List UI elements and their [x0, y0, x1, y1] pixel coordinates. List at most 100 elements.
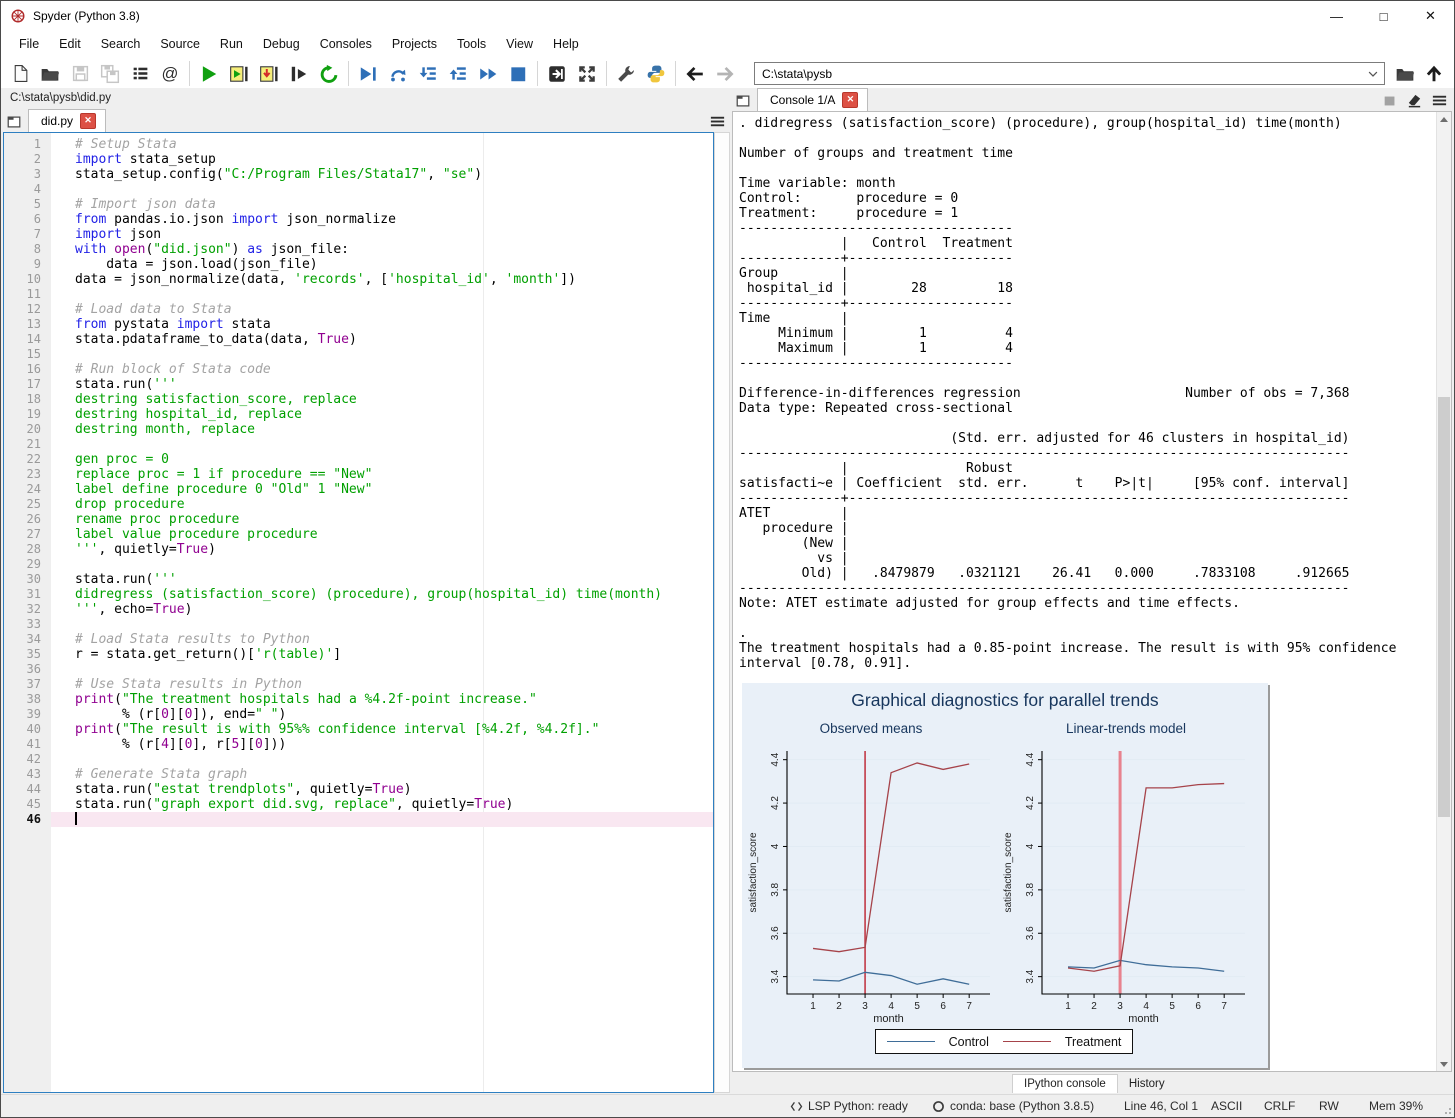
minimize-button[interactable]: — — [1313, 1, 1360, 31]
symbol-finder-button[interactable]: @ — [155, 59, 185, 88]
code-line[interactable]: 10 data = json_normalize(data, 'records',… — [4, 272, 713, 287]
code-line[interactable]: 37 # Use Stata results in Python — [4, 677, 713, 692]
console-options-menu-icon[interactable] — [1431, 92, 1448, 109]
menu-tools[interactable]: Tools — [447, 33, 496, 55]
scroll-down-icon[interactable] — [1437, 1057, 1451, 1071]
tab-did-py[interactable]: did.py ✕ — [28, 109, 107, 132]
code-line[interactable]: 14 stata.pdataframe_to_data(data, True) — [4, 332, 713, 347]
maximize-button[interactable]: □ — [1360, 1, 1407, 31]
clear-console-icon[interactable] — [1406, 92, 1423, 109]
run-cell-advance-button[interactable] — [254, 59, 284, 88]
chevron-down-icon[interactable] — [1366, 67, 1380, 81]
code-line[interactable]: 30 stata.run(''' — [4, 572, 713, 587]
code-line[interactable]: 7 import json — [4, 227, 713, 242]
ipython-console-output-area[interactable]: . didregress (satisfaction_score) (proce… — [732, 111, 1452, 1072]
file-switcher-button[interactable] — [125, 59, 155, 88]
code-line[interactable]: 33 — [4, 617, 713, 632]
debug-file-button[interactable] — [353, 59, 383, 88]
menu-run[interactable]: Run — [210, 33, 253, 55]
code-line[interactable]: 15 — [4, 347, 713, 362]
code-line[interactable]: 26 rename proc procedure — [4, 512, 713, 527]
code-line[interactable]: 39 % (r[0][0]), end=" ") — [4, 707, 713, 722]
code-line[interactable]: 41 % (r[4][0], r[5][0])) — [4, 737, 713, 752]
code-line[interactable]: 35 r = stata.get_return()['r(table)'] — [4, 647, 713, 662]
code-line[interactable]: 25 drop procedure — [4, 497, 713, 512]
menu-search[interactable]: Search — [91, 33, 151, 55]
menu-source[interactable]: Source — [150, 33, 210, 55]
code-line[interactable]: 6 from pandas.io.json import json_normali… — [4, 212, 713, 227]
scrollbar-thumb[interactable] — [1438, 397, 1450, 817]
code-line[interactable]: 24 label define procedure 0 "Old" 1 "New" — [4, 482, 713, 497]
run-selection-button[interactable] — [284, 59, 314, 88]
code-line[interactable]: 17 stata.run(''' — [4, 377, 713, 392]
code-line[interactable]: 4 — [4, 182, 713, 197]
code-line[interactable]: 20 destring month, replace — [4, 422, 713, 437]
tab-ipython-console[interactable]: IPython console — [1012, 1074, 1118, 1093]
code-line[interactable]: 19 destring hospital_id, replace — [4, 407, 713, 422]
browse-directory-button[interactable] — [1391, 59, 1419, 88]
close-button[interactable]: ✕ — [1407, 1, 1454, 31]
menu-edit[interactable]: Edit — [49, 33, 91, 55]
interrupt-kernel-icon[interactable] — [1382, 93, 1398, 109]
run-file-button[interactable] — [194, 59, 224, 88]
code-line[interactable]: 32 ''', echo=True) — [4, 602, 713, 617]
menu-view[interactable]: View — [496, 33, 543, 55]
menu-consoles[interactable]: Consoles — [310, 33, 382, 55]
parent-directory-button[interactable] — [1420, 59, 1448, 88]
code-line[interactable]: 13 from pystata import stata — [4, 317, 713, 332]
tab-history[interactable]: History — [1118, 1075, 1176, 1093]
code-line[interactable]: 42 — [4, 752, 713, 767]
code-line[interactable]: 18 destring satisfaction_score, replace — [4, 392, 713, 407]
menu-file[interactable]: File — [9, 33, 49, 55]
code-line[interactable]: 34 # Load Stata results to Python — [4, 632, 713, 647]
menu-debug[interactable]: Debug — [253, 33, 310, 55]
code-line[interactable]: 2 import stata_setup — [4, 152, 713, 167]
console-tab-close-icon[interactable]: ✕ — [842, 92, 859, 108]
code-line[interactable]: 1 # Setup Stata — [4, 137, 713, 152]
step-over-button[interactable] — [383, 59, 413, 88]
code-line[interactable]: 45 stata.run("graph export did.svg, repla… — [4, 797, 713, 812]
code-line[interactable]: 8 with open("did.json") as json_file: — [4, 242, 713, 257]
code-line[interactable]: 12 # Load data to Stata — [4, 302, 713, 317]
code-line[interactable]: 9 data = json.load(json_file) — [4, 257, 713, 272]
console-browse-tabs-button[interactable] — [732, 91, 754, 111]
maximize-pane-button[interactable] — [542, 59, 572, 88]
code-line[interactable]: 44 stata.run("estat trendplots", quietly=… — [4, 782, 713, 797]
run-cell-button[interactable] — [224, 59, 254, 88]
step-into-button[interactable] — [413, 59, 443, 88]
tab-close-icon[interactable]: ✕ — [80, 113, 97, 129]
resize-grip[interactable] — [1444, 1107, 1452, 1115]
code-line[interactable]: 22 gen proc = 0 — [4, 452, 713, 467]
code-editor[interactable]: 1 # Setup Stata 2 import stata_setup 3 stata_… — [3, 132, 714, 1093]
code-line[interactable]: 36 — [4, 662, 713, 677]
editor-scroll-flag-area[interactable] — [714, 132, 730, 1093]
code-line[interactable]: 3 stata_setup.config("C:/Program Files/St… — [4, 167, 713, 182]
stop-debug-button[interactable] — [503, 59, 533, 88]
code-line[interactable]: 46 — [4, 812, 713, 827]
back-button[interactable] — [680, 59, 710, 88]
working-directory-input[interactable]: C:\stata\pysb — [754, 62, 1386, 85]
open-file-button[interactable] — [35, 59, 65, 88]
code-line[interactable]: 28 ''', quietly=True) — [4, 542, 713, 557]
debug-continue-button[interactable] — [473, 59, 503, 88]
editor-options-menu-icon[interactable] — [709, 113, 726, 130]
rerun-cell-button[interactable] — [314, 59, 344, 88]
python-path-button[interactable] — [641, 59, 671, 88]
tab-console-1a[interactable]: Console 1/A ✕ — [757, 88, 869, 111]
code-line[interactable]: 38 print("The treatment hospitals had a %… — [4, 692, 713, 707]
code-line[interactable]: 5 # Import json data — [4, 197, 713, 212]
code-line[interactable]: 40 print("The result is with 95%% confide… — [4, 722, 713, 737]
code-line[interactable]: 16 # Run block of Stata code — [4, 362, 713, 377]
scroll-up-icon[interactable] — [1437, 112, 1451, 126]
new-file-button[interactable] — [5, 59, 35, 88]
menu-help[interactable]: Help — [543, 33, 589, 55]
code-line[interactable]: 11 — [4, 287, 713, 302]
code-line[interactable]: 29 — [4, 557, 713, 572]
code-line[interactable]: 23 replace proc = 1 if procedure == "New" — [4, 467, 713, 482]
browse-tabs-button[interactable] — [3, 112, 25, 132]
menu-projects[interactable]: Projects — [382, 33, 447, 55]
preferences-button[interactable] — [611, 59, 641, 88]
step-return-button[interactable] — [443, 59, 473, 88]
code-line[interactable]: 27 label value procedure procedure — [4, 527, 713, 542]
console-scrollbar[interactable] — [1436, 112, 1451, 1071]
